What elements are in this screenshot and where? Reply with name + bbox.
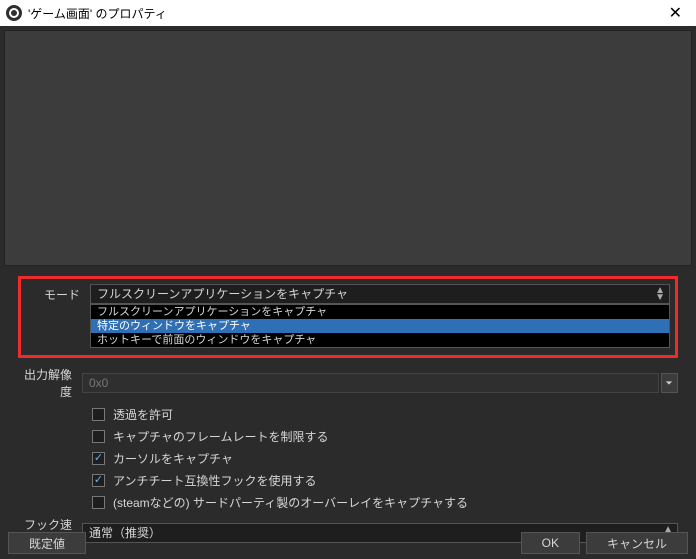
mode-option-fullscreen[interactable]: フルスクリーンアプリケーションをキャプチャ: [91, 305, 669, 319]
obs-icon: [6, 5, 22, 21]
resolution-input[interactable]: 0x0: [82, 373, 659, 393]
checkbox-cursor[interactable]: [92, 452, 105, 465]
mode-highlight: モード フルスクリーンアプリケーションをキャプチャ ▲▼ フルスクリーンアプリケ…: [18, 276, 678, 358]
dropdown-spinner-icon: ▲▼: [655, 287, 665, 301]
mode-label: モード: [26, 286, 90, 303]
mode-option-hotkey[interactable]: ホットキーで前面のウィンドウをキャプチャ: [91, 333, 669, 347]
window-title: 'ゲーム画面' のプロパティ: [28, 5, 661, 22]
defaults-button[interactable]: 既定値: [8, 532, 86, 554]
resolution-dropdown-button[interactable]: [661, 373, 678, 393]
mode-dropdown[interactable]: フルスクリーンアプリケーションをキャプチャ ▲▼: [90, 284, 670, 304]
preview-area: [4, 30, 692, 266]
ok-button[interactable]: OK: [521, 532, 580, 554]
mode-dropdown-list: フルスクリーンアプリケーションをキャプチャ 特定のウィンドウをキャプチャ ホット…: [90, 304, 670, 348]
label-limit-fps: キャプチャのフレームレートを制限する: [113, 428, 329, 445]
footer: 既定値 OK キャンセル: [0, 532, 696, 554]
checkbox-limit-fps[interactable]: [92, 430, 105, 443]
checkbox-transparency[interactable]: [92, 408, 105, 421]
checkbox-overlay[interactable]: [92, 496, 105, 509]
label-transparency: 透過を許可: [113, 406, 173, 423]
label-anticheat: アンチチート互換性フックを使用する: [113, 472, 317, 489]
titlebar: 'ゲーム画面' のプロパティ ✕: [0, 0, 696, 26]
label-overlay: (steamなどの) サードパーティ製のオーバーレイをキャプチャする: [113, 494, 468, 511]
cancel-button[interactable]: キャンセル: [586, 532, 688, 554]
checkbox-anticheat[interactable]: [92, 474, 105, 487]
mode-selected: フルスクリーンアプリケーションをキャプチャ: [97, 287, 348, 301]
chevron-down-icon: [665, 379, 673, 387]
close-icon[interactable]: ✕: [661, 3, 690, 23]
resolution-label: 出力解像度: [18, 366, 82, 400]
mode-option-window[interactable]: 特定のウィンドウをキャプチャ: [91, 319, 669, 333]
label-cursor: カーソルをキャプチャ: [113, 450, 233, 467]
